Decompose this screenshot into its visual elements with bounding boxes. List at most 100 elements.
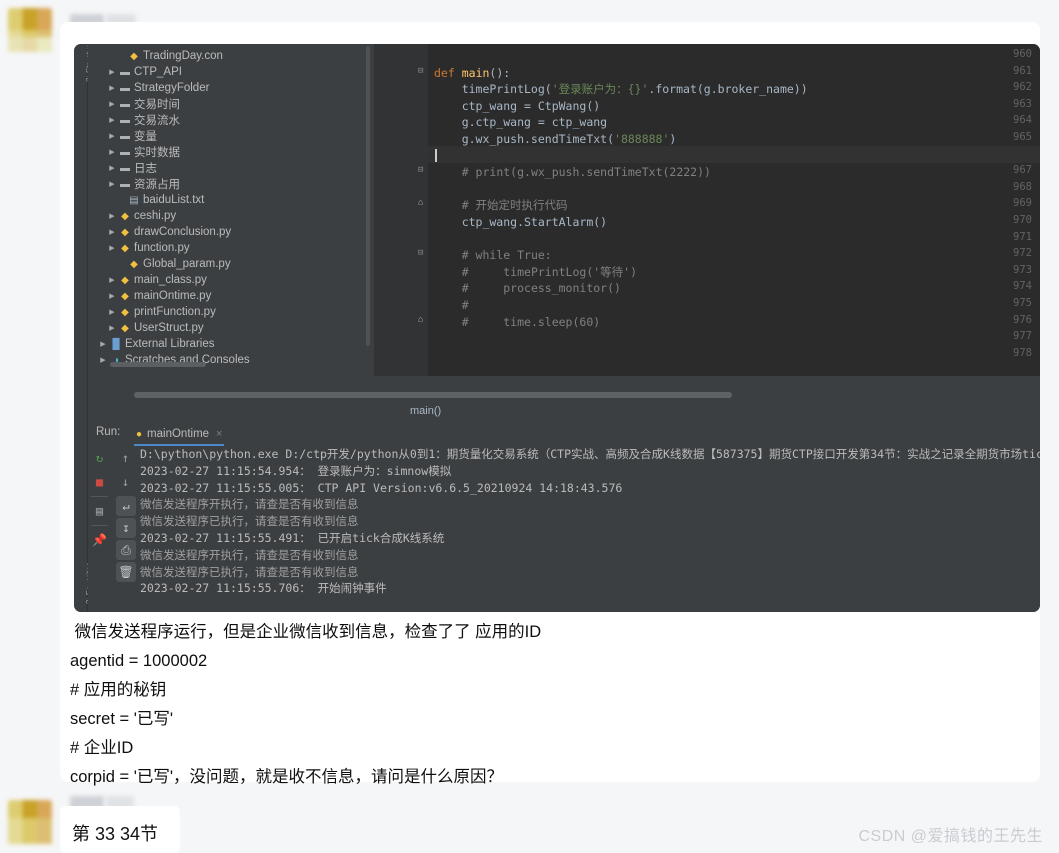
- tree-item-label: main_class.py: [134, 274, 207, 286]
- scroll-to-end-button[interactable]: ↧: [116, 518, 136, 538]
- tree-expand-arrow-icon[interactable]: ▶: [106, 180, 118, 188]
- tree-item-StrategyFolder[interactable]: ▶ ▬ StrategyFolder: [88, 80, 209, 96]
- editor-horizontal-scrollbar[interactable]: [134, 392, 732, 398]
- tree-item-UserStructpy[interactable]: ▶ ◆ UserStruct.py: [88, 320, 203, 336]
- code-line: # while True:: [461, 248, 552, 263]
- tree-item-printFunctionpy[interactable]: ▶ ◆ printFunction.py: [88, 304, 216, 320]
- tree-item-label: 交易时间: [134, 99, 180, 111]
- tree-vertical-scrollbar[interactable]: [366, 46, 370, 346]
- tree-expand-arrow-icon[interactable]: ▶: [106, 68, 118, 76]
- scroll-up-icon: ↑: [121, 451, 130, 465]
- tree-item-[interactable]: ▶ ▬ 实时数据: [88, 144, 180, 160]
- tree-item-main_classpy[interactable]: ▶ ◆ main_class.py: [88, 272, 207, 288]
- tree-item-ceshipy[interactable]: ▶ ◆ ceshi.py: [88, 208, 176, 224]
- editor-current-line-highlight: [428, 145, 1040, 163]
- pin-tab-icon: 📌: [92, 533, 107, 547]
- tree-item-functionpy[interactable]: ▶ ◆ function.py: [88, 240, 189, 256]
- folder-icon: ▬: [120, 130, 130, 142]
- tree-expand-arrow-icon[interactable]: ▶: [106, 308, 118, 316]
- tree-expand-arrow-icon[interactable]: ▶: [97, 340, 109, 348]
- tree-item-baiduListtxt[interactable]: ▤ baiduList.txt: [88, 192, 204, 208]
- code-fold-icon[interactable]: ⌂: [418, 198, 423, 208]
- tree-expand-arrow-icon[interactable]: ▶: [106, 164, 118, 172]
- python-file-icon: ◆: [121, 242, 129, 254]
- tree-expand-arrow-icon[interactable]: ▶: [106, 228, 118, 236]
- code-line: #: [461, 298, 469, 312]
- tree-horizontal-scrollbar[interactable]: [110, 362, 206, 367]
- code-line: ctp_wang.StartAlarm(): [434, 215, 608, 229]
- console-line: 2023-02-27 11:15:54.954： 登录账户为：simnow模拟: [140, 463, 452, 478]
- ide-tool-sidebar[interactable]: 2: Structure 2: Favorites: [74, 44, 94, 612]
- tree-item-label: 变量: [134, 131, 157, 143]
- editor-code-area[interactable]: def main(): timePrintLog('登录账户为：{}'.form…: [428, 44, 1040, 376]
- run-toolbar-primary[interactable]: ↻ ■ ▤ 📌: [88, 446, 111, 612]
- code-line: # process_monitor(): [461, 281, 621, 296]
- post-text-body: 微信发送程序运行，但是企业微信收到信息，检查了了 应用的ID agentid = …: [70, 618, 1030, 792]
- tree-expand-arrow-icon[interactable]: ▶: [106, 116, 118, 124]
- clear-all-button[interactable]: 🗑: [116, 562, 136, 582]
- editor-breadcrumb[interactable]: main(): [374, 402, 1040, 422]
- tree-item-TradingDaycon[interactable]: ◆ TradingDay.con: [88, 48, 223, 64]
- print-button[interactable]: ⎙: [116, 540, 136, 560]
- tree-item-Global_parampy[interactable]: ◆ Global_param.py: [88, 256, 231, 272]
- run-tab-mainOntime[interactable]: ● mainOntime ×: [136, 424, 222, 444]
- tree-expand-arrow-icon[interactable]: ▶: [106, 292, 118, 300]
- tree-item-[interactable]: ▶ ▬ 交易时间: [88, 96, 180, 112]
- project-tree[interactable]: ◆ TradingDay.con ▶ ▬ CTP_API ▶ ▬ StrategyFolder…: [88, 44, 374, 376]
- tree-item-label: mainOntime.py: [134, 290, 212, 302]
- tree-expand-arrow-icon[interactable]: ▶: [106, 276, 118, 284]
- folder-icon: ▬: [120, 82, 130, 94]
- code-fold-icon[interactable]: ⊟: [418, 248, 423, 258]
- tree-item-CTP_API[interactable]: ▶ ▬ CTP_API: [88, 64, 182, 80]
- scroll-down-button[interactable]: ↓: [114, 470, 137, 494]
- comment-card: 2: Structure 2: Favorites ◆ TradingDay.co…: [60, 22, 1040, 786]
- soft-wrap-button[interactable]: ↵: [116, 496, 136, 516]
- toolbar-divider: [91, 525, 108, 526]
- tree-expand-arrow-icon[interactable]: ▶: [106, 244, 118, 252]
- tree-item-[interactable]: ▶ ▬ 变量: [88, 128, 157, 144]
- close-icon[interactable]: ×: [216, 428, 222, 440]
- tree-expand-arrow-icon[interactable]: ▶: [106, 132, 118, 140]
- tree-expand-arrow-icon[interactable]: ▶: [106, 84, 118, 92]
- tree-expand-arrow-icon[interactable]: ▶: [97, 356, 109, 364]
- soft-wrap-icon: ↵: [122, 499, 130, 513]
- code-line: # time.sleep(60): [461, 314, 601, 329]
- code-fold-icon[interactable]: ⌂: [418, 315, 423, 325]
- stop-button[interactable]: ■: [88, 470, 111, 494]
- editor-gutter[interactable]: [374, 44, 428, 376]
- rerun-button[interactable]: ↻: [88, 446, 111, 470]
- avatar-bottom: [8, 800, 52, 844]
- csdn-watermark: CSDN @爱搞钱的王先生: [858, 828, 1043, 845]
- section-label: 第 33 34节: [72, 824, 159, 844]
- tree-expand-arrow-icon[interactable]: ▶: [106, 148, 118, 156]
- tree-expand-arrow-icon[interactable]: ▶: [106, 324, 118, 332]
- tree-item-label: printFunction.py: [134, 306, 216, 318]
- code-fold-icon[interactable]: ⊟: [418, 165, 423, 175]
- tree-item-label: External Libraries: [125, 338, 215, 350]
- python-file-icon: ◆: [121, 274, 129, 286]
- run-toolbar-secondary[interactable]: ↑ ↓ ↵ ↧ ⎙ 🗑: [114, 446, 138, 612]
- pin-tab-button[interactable]: 📌: [88, 528, 111, 552]
- tree-expand-arrow-icon[interactable]: ▶: [106, 100, 118, 108]
- code-fold-icon[interactable]: ⊟: [418, 66, 423, 76]
- tree-item-[interactable]: ▶ ▬ 资源占用: [88, 176, 180, 192]
- tree-expand-arrow-icon[interactable]: ▶: [106, 212, 118, 220]
- code-line: g.ctp_wang = ctp_wang: [434, 115, 608, 130]
- tree-item-drawConclusionpy[interactable]: ▶ ◆ drawConclusion.py: [88, 224, 231, 240]
- clear-all-icon: 🗑: [118, 565, 134, 579]
- tree-item-mainOntimepy[interactable]: ▶ ◆ mainOntime.py: [88, 288, 211, 304]
- console-button[interactable]: ▤: [88, 499, 111, 523]
- tree-item-label: Global_param.py: [143, 258, 231, 270]
- code-editor[interactable]: 960961⊟962963964965966967⊟968969⌂9709719…: [374, 44, 1040, 376]
- python-file-icon: ◆: [121, 322, 129, 334]
- scroll-up-button[interactable]: ↑: [114, 446, 137, 470]
- console-output[interactable]: D:\python\python.exe D:/ctp开发/python从0到1…: [140, 446, 1040, 612]
- tree-item-[interactable]: ▶ ▬ 日志: [88, 160, 157, 176]
- tree-item-ExternalLibraries[interactable]: ▶ █ External Libraries: [88, 336, 214, 352]
- run-tab-label: mainOntime: [147, 428, 210, 440]
- tree-item-[interactable]: ▶ ▬ 交易流水: [88, 112, 180, 128]
